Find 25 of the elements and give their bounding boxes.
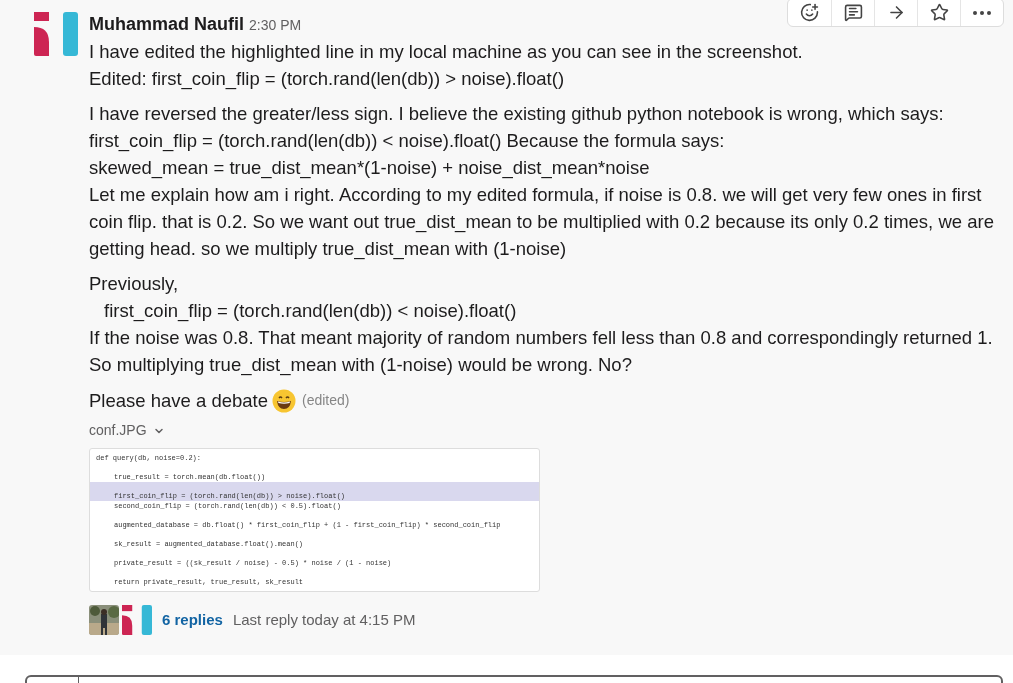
message-text: Edited: first_coin_flip = (torch.rand(len(db)) > noise).float()	[89, 67, 566, 92]
message-text: Previously,	[89, 272, 180, 296]
message-text: first_coin_flip = (torch.rand(len(db)) < noise).float() Because the formula says:	[89, 129, 726, 154]
message-text: If the noise was 0.8. That meant majority of random numbers fell less than 0.8 and correspondingly returned 1.	[89, 326, 994, 350]
speech-bubble-icon	[843, 3, 863, 22]
message-text: Please have a debate	[89, 389, 268, 413]
edited-label: (edited)	[302, 391, 350, 410]
message-text: Let me explain how am i right. According to my edited formula, if noise is 0.8. we will get very few ones in first coin flip. that is 0.2. So we want out true_dist_mean to be multiplied with 0.2 because its only 0.2 times, we are getting head. so we multiply true_dist_mean with (1-noise)	[89, 183, 995, 262]
message-text: I have reversed the greater/less sign. I believe the existing github python notebook is wrong, which says:	[89, 102, 945, 126]
logo-avatar	[34, 12, 78, 56]
last-reply-text: Last reply today at 4:15 PM	[232, 609, 416, 630]
timestamp[interactable]: 2:30 PM	[249, 15, 302, 36]
grinning-emoji-icon	[272, 388, 296, 413]
message-text: I have edited the highlighted line in my local machine as you can see in the screenshot.	[89, 40, 804, 64]
author-name[interactable]: Muhammad Naufil	[89, 11, 244, 38]
message-text: So multiplying true_dist_mean with (1-noise) would be wrong. No?	[89, 353, 633, 378]
more-icon	[973, 10, 991, 15]
logo-avatar	[122, 605, 152, 635]
attachment-name[interactable]: conf.JPG	[89, 420, 147, 441]
screenshot-image[interactable]	[89, 448, 540, 592]
message-text: first_coin_flip = (torch.rand(len(db)) < noise).float()	[103, 299, 518, 324]
star-icon	[929, 3, 949, 22]
replies-link[interactable]: 6 replies	[162, 608, 223, 632]
add-reaction-icon	[800, 3, 819, 22]
message-text: skewed_mean = true_dist_mean*(1-noise) + noise_dist_mean*noise	[89, 156, 651, 181]
